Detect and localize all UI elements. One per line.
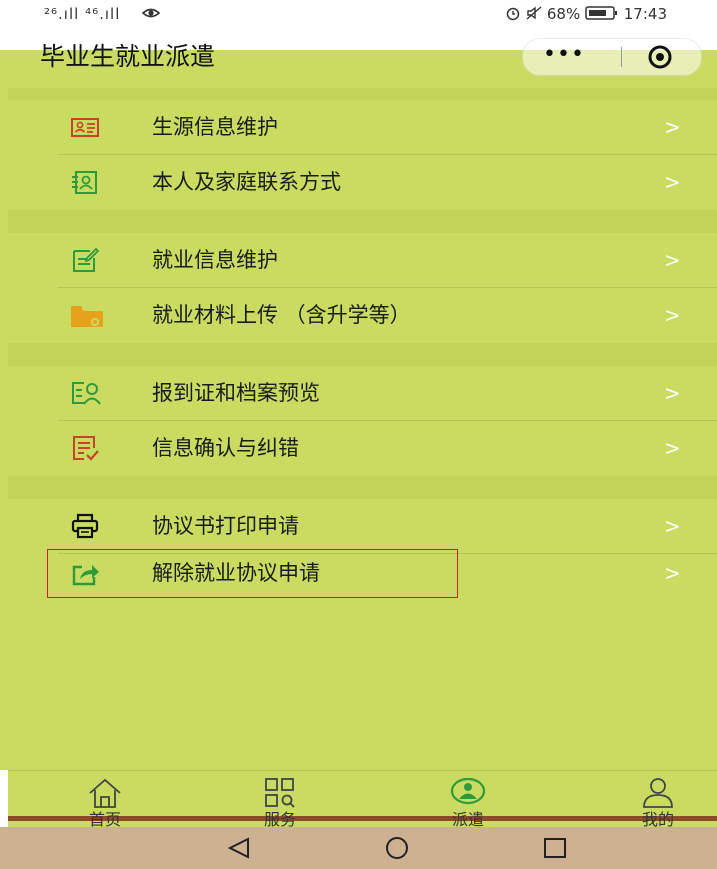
tab-services[interactable]: 服务 <box>220 771 340 829</box>
back-icon[interactable] <box>224 835 254 861</box>
printer-icon <box>70 512 100 540</box>
section-gap <box>8 476 717 499</box>
edit-document-icon <box>70 246 100 274</box>
chevron-right-icon: > <box>664 436 681 460</box>
status-right: 68% 17:43 <box>505 5 667 23</box>
signal-indicator: ²⁶.ıll ⁴⁶.ıll <box>44 5 121 23</box>
menu-item-material-upload[interactable]: 就业材料上传 （含升学等） > <box>8 288 717 343</box>
tab-home[interactable]: 首页 <box>45 771 165 829</box>
chevron-right-icon: > <box>664 248 681 272</box>
target-close-icon <box>648 45 672 69</box>
person-scan-icon <box>70 379 101 407</box>
page-title: 毕业生就业派遣 <box>40 42 216 71</box>
system-navigation-bar <box>0 827 717 869</box>
app-header: 毕业生就业派遣 ••• <box>0 30 717 88</box>
chevron-right-icon: > <box>664 170 681 194</box>
status-bar: ²⁶.ıll ⁴⁶.ıll 68% 17:43 <box>0 0 717 30</box>
chevron-right-icon: > <box>664 381 681 405</box>
menu-item-label: 就业信息维护 <box>152 248 278 272</box>
user-icon <box>640 777 676 809</box>
folder-upload-icon <box>70 301 103 329</box>
menu-item-employment-info[interactable]: 就业信息维护 > <box>8 233 717 288</box>
menu-item-label: 本人及家庭联系方式 <box>152 170 341 194</box>
id-card-icon <box>70 113 100 141</box>
bottom-tab-bar: 首页 服务 派遣 我的 <box>8 770 717 829</box>
home-icon <box>87 777 123 809</box>
section-gap <box>8 343 717 366</box>
close-mini-program-button[interactable] <box>647 44 673 70</box>
chevron-right-icon: > <box>664 303 681 327</box>
menu-item-agreement-print[interactable]: 协议书打印申请 > <box>8 499 717 554</box>
menu-item-info-confirm[interactable]: 信息确认与纠错 > <box>8 421 717 476</box>
clock: 17:43 <box>623 5 667 23</box>
chevron-right-icon: > <box>664 561 681 585</box>
capsule-divider <box>621 47 622 67</box>
chevron-right-icon: > <box>664 514 681 538</box>
mini-program-capsule: ••• <box>522 38 702 76</box>
chevron-right-icon: > <box>664 115 681 139</box>
grid-search-icon <box>262 777 298 809</box>
more-options-button[interactable]: ••• <box>543 44 585 66</box>
menu-item-label: 报到证和档案预览 <box>152 381 320 405</box>
menu-item-label: 协议书打印申请 <box>152 514 299 538</box>
contact-card-icon <box>70 168 100 196</box>
battery-percent: 68% <box>546 5 581 23</box>
eye-comfort-icon <box>141 5 161 25</box>
menu-item-contact-info[interactable]: 本人及家庭联系方式 > <box>8 155 717 210</box>
recents-square-icon[interactable] <box>540 835 570 861</box>
checklist-icon <box>70 434 100 462</box>
menu-item-label: 信息确认与纠错 <box>152 436 299 460</box>
menu-item-label: 就业材料上传 （含升学等） <box>152 303 411 327</box>
menu-item-report-preview[interactable]: 报到证和档案预览 > <box>8 366 717 421</box>
dispatch-icon <box>450 777 486 809</box>
alarm-icon <box>505 5 526 23</box>
home-circle-icon[interactable] <box>382 835 412 861</box>
highlight-box <box>47 549 458 598</box>
battery-icon <box>585 5 624 23</box>
section-gap <box>8 210 717 233</box>
menu-item-label: 生源信息维护 <box>152 115 278 139</box>
tab-mine[interactable]: 我的 <box>598 771 717 829</box>
section-gap <box>8 88 717 100</box>
menu-item-student-info[interactable]: 生源信息维护 > <box>8 100 717 155</box>
mute-icon <box>526 5 547 23</box>
tab-dispatch[interactable]: 派遣 <box>408 771 528 829</box>
